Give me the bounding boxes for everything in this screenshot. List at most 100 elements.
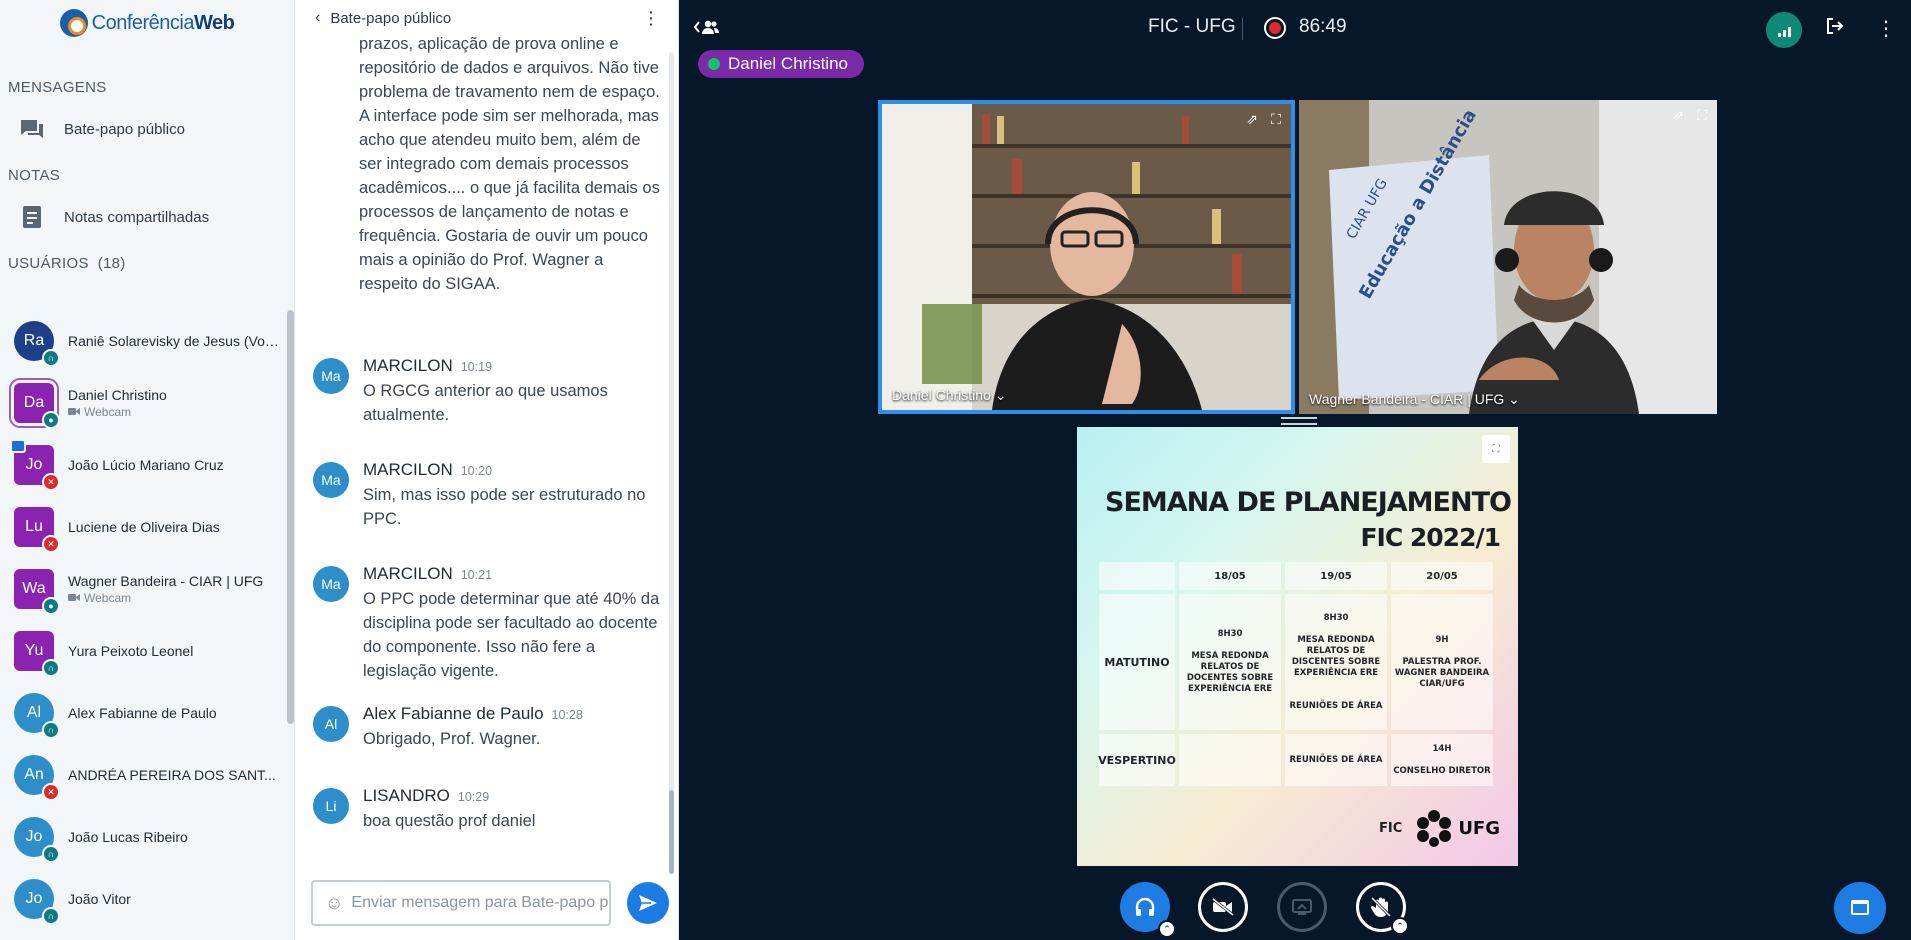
message-author: Alex Fabianne de Paulo [363,704,544,723]
schedule-cell: 8H30 MESA REDONDA RELATOS DE DISCENTES S… [1285,594,1387,730]
raise-hand-button[interactable]: ⌃ [1356,882,1409,935]
user-name: Daniel Christino [68,387,167,403]
webcam-icon [68,591,80,605]
chat-message: Ma MARCILON 10:20 Sim, mas isso pode ser es… [313,460,667,531]
webcam-icon [68,405,80,419]
options-menu-icon[interactable]: ⋮ [1876,16,1896,41]
title-separator [1242,18,1243,40]
user-list-item[interactable]: Lu ✕ Luciene de Oliveira Dias [0,496,285,558]
message-author: MARCILON [363,460,453,479]
ufg-logo: UFG [1414,808,1500,848]
user-list-item[interactable]: Jo ∩ João Vitor [0,868,285,930]
message-author: LISANDRO [363,786,450,805]
avatar: Jo ✕ [10,439,60,491]
talking-user-name: Daniel Christino [728,54,848,73]
message-author: MARCILON [363,564,453,583]
user-list-item[interactable]: Jo ∩ João Lucas Ribeiro [0,806,285,868]
chat-messages: prazos, aplicação de prova online e repo… [295,36,667,860]
video-name-label: Wagner Bandeira - CIAR | UFG [1309,391,1505,407]
video-tile-wagner[interactable]: Educação a Distância CIAR UFG ⇗ ⛶ Wagner… [1299,100,1717,414]
avatar-initials: Da [23,394,45,411]
avatar-initials: Jo [25,890,43,907]
emoji-icon[interactable]: ☺ [325,893,343,914]
avatar: Wa ● [14,569,60,615]
message-author: MARCILON [363,356,453,375]
ufg-emblem-icon [1417,810,1452,847]
chat-input-box: ☺ [311,880,611,926]
user-list-scrollbar[interactable] [287,310,294,724]
presenter-badge-icon [10,439,26,453]
screenshare-button[interactable] [1277,882,1327,932]
message-avatar: Ma [313,358,349,394]
toggle-userlist-icon[interactable] [693,18,720,41]
slide-logos: FIC UFG [1379,808,1500,848]
user-list-item[interactable]: Yu ∩ Yura Peixoto Leonel [0,620,285,682]
webcam-feed [882,104,1291,410]
avatar-initials: Wa [22,580,46,597]
schedule-cell: 8H30 MESA REDONDA RELATOS DE DOCENTES SO… [1179,594,1281,730]
popout-icon[interactable]: ⇗ [1243,110,1261,128]
user-name: Luciene de Oliveira Dias [68,519,220,535]
slide-title: SEMANA DE PLANEJAMENTO [1105,487,1512,518]
user-list-item[interactable]: Da ● Daniel Christino Webcam [0,372,285,434]
user-status-text: Webcam [84,405,132,419]
avatar: Jo ∩ [14,817,60,863]
layout-toggle-button[interactable] [1834,882,1886,934]
cell-text: CONSELHO DIRETOR [1393,765,1491,776]
avatar: Al ∩ [14,693,60,739]
public-chat-link[interactable]: Bate-papo público [0,104,294,154]
listen-only-icon: ∩ [42,659,60,677]
user-name: João Lúcio Mariano Cruz [68,457,224,473]
chat-message: Ma MARCILON 10:21 O PPC pode determinar que… [313,564,667,683]
video-tile-daniel[interactable]: ⇗ ⛶ Daniel Christino ⌄ [878,100,1295,414]
message-time: 10:20 [460,464,493,478]
cell-extra: REUNIÕES DE ÁREA [1289,700,1383,711]
recording-icon[interactable] [1264,17,1286,39]
chat-message-input[interactable] [351,894,609,912]
leave-meeting-icon[interactable] [1826,18,1844,39]
avatar: Ra ∩ [14,321,60,367]
user-list-item[interactable]: Al ∩ Alex Fabianne de Paulo [0,682,285,744]
webcam-feed: Educação a Distância CIAR UFG [1299,100,1717,414]
fullscreen-icon[interactable]: ⛶ [1267,110,1285,128]
avatar-initials: Jo [25,456,43,473]
webcam-button[interactable] [1198,882,1248,932]
period-label: MATUTINO [1099,594,1175,730]
shared-notes-link[interactable]: Notas compartilhadas [0,192,294,242]
empty-cell [1099,562,1175,590]
avatar-initials: Lu [25,518,43,535]
chevron-left-icon[interactable]: ‹ [315,9,320,27]
talking-indicator[interactable]: Daniel Christino [698,50,864,78]
user-list: Ra ∩ Raniê Solarevisky de Jesus (Você) Da ● D… [0,310,285,930]
avatar-initials: Al [26,704,42,721]
notes-icon [18,205,46,229]
slide-subtitle: FIC 2022/1 [1360,523,1501,552]
resize-handle[interactable] [1281,417,1317,425]
user-list-item[interactable]: An ✕ ANDRÉA PEREIRA DOS SANT... [0,744,285,806]
logo-text-part1: Conferência [91,11,195,34]
chat-title[interactable]: Bate-papo público [330,10,451,27]
send-message-button[interactable] [627,882,669,924]
signal-bar [1777,33,1781,37]
chat-options-icon[interactable]: ⋮ [642,8,660,29]
user-list-item[interactable]: Ra ∩ Raniê Solarevisky de Jesus (Você) [0,310,285,372]
schedule-cell: REUNIÕES DE ÁREA [1285,734,1387,786]
screenshare-icon [1292,899,1312,915]
app-logo: ConferênciaWeb [0,0,294,46]
popout-icon[interactable]: ⇗ [1669,106,1687,124]
audio-button[interactable]: ⌃ [1120,882,1176,938]
schedule-cell [1179,734,1281,786]
fullscreen-icon[interactable]: ⛶ [1693,106,1711,124]
microphone-icon: ● [42,411,60,429]
connection-status-button[interactable] [1766,12,1802,48]
cell-time: 8H30 [1217,629,1243,639]
reactions-caret[interactable]: ⌃ [1391,917,1409,935]
presentation-fullscreen-button[interactable]: ⛶ [1482,435,1510,463]
user-list-item[interactable]: Jo ✕ João Lúcio Mariano Cruz [0,434,285,496]
message-avatar: Al [313,706,349,742]
message-avatar: Ma [313,462,349,498]
user-list-item[interactable]: Wa ● Wagner Bandeira - CIAR | UFG Webcam [0,558,285,620]
chat-scrollbar[interactable] [669,790,674,874]
schedule-cell: 14H CONSELHO DIRETOR [1391,734,1493,786]
audio-options-caret[interactable]: ⌃ [1158,920,1176,938]
